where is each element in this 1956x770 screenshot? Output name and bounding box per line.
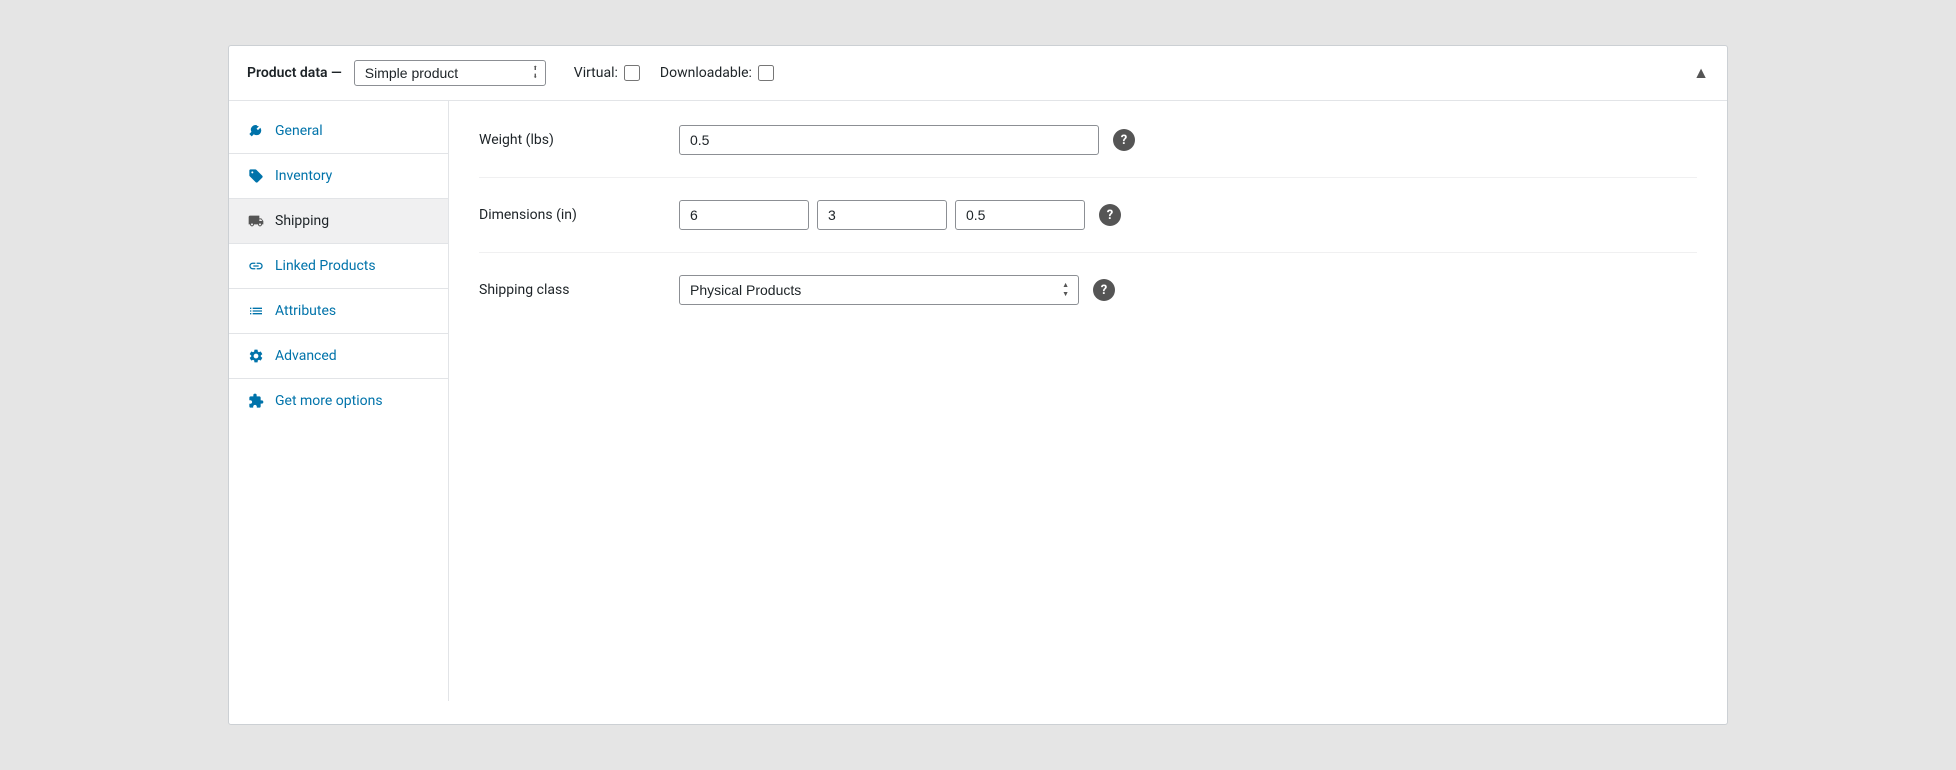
shipping-class-help-icon[interactable]: ? bbox=[1093, 279, 1115, 301]
weight-help-icon[interactable]: ? bbox=[1113, 129, 1135, 151]
sidebar-get-more-options-label: Get more options bbox=[275, 393, 383, 409]
shipping-class-field-row: Shipping class No shipping class Physica… bbox=[479, 275, 1697, 327]
sidebar-item-general[interactable]: General bbox=[229, 109, 448, 154]
dimensions-help-icon[interactable]: ? bbox=[1099, 204, 1121, 226]
main-content: Weight (lbs) ? Dimensions (in) ? Shippin bbox=[449, 101, 1727, 701]
product-type-select-wrapper[interactable]: Simple product Grouped product External/… bbox=[354, 60, 546, 86]
product-type-select[interactable]: Simple product Grouped product External/… bbox=[354, 60, 546, 86]
dimension-height-input[interactable] bbox=[955, 200, 1085, 230]
sidebar-advanced-label: Advanced bbox=[275, 348, 337, 364]
dimensions-label: Dimensions (in) bbox=[479, 207, 679, 223]
dimensions-inputs: ? bbox=[679, 200, 1697, 230]
downloadable-label[interactable]: Downloadable: bbox=[660, 65, 774, 81]
panel-header: Product data — Simple product Grouped pr… bbox=[229, 46, 1727, 101]
sidebar-item-advanced[interactable]: Advanced bbox=[229, 334, 448, 379]
product-data-panel: Product data — Simple product Grouped pr… bbox=[228, 45, 1728, 725]
shipping-class-label: Shipping class bbox=[479, 282, 679, 298]
dimension-length-input[interactable] bbox=[679, 200, 809, 230]
list-icon bbox=[247, 303, 265, 319]
sidebar-attributes-label: Attributes bbox=[275, 303, 336, 319]
sidebar-shipping-label: Shipping bbox=[275, 213, 329, 229]
downloadable-checkbox[interactable] bbox=[758, 65, 774, 81]
weight-label: Weight (lbs) bbox=[479, 132, 679, 148]
weight-field-row: Weight (lbs) ? bbox=[479, 125, 1697, 178]
sidebar-item-get-more-options[interactable]: Get more options bbox=[229, 379, 448, 423]
weight-input[interactable] bbox=[679, 125, 1099, 155]
sidebar-item-attributes[interactable]: Attributes bbox=[229, 289, 448, 334]
dimension-width-input[interactable] bbox=[817, 200, 947, 230]
sidebar-item-linked-products[interactable]: Linked Products bbox=[229, 244, 448, 289]
weight-inputs: ? bbox=[679, 125, 1697, 155]
header-checkboxes: Virtual: Downloadable: bbox=[574, 65, 774, 81]
plugin-icon bbox=[247, 393, 265, 409]
panel-body: General Inventory Shipping Linked Produc… bbox=[229, 101, 1727, 701]
link-icon bbox=[247, 258, 265, 274]
sidebar-inventory-label: Inventory bbox=[275, 168, 332, 184]
dimensions-field-row: Dimensions (in) ? bbox=[479, 200, 1697, 253]
shipping-class-select-wrapper[interactable]: No shipping class Physical Products bbox=[679, 275, 1079, 305]
sidebar-item-inventory[interactable]: Inventory bbox=[229, 154, 448, 199]
collapse-arrow-icon[interactable]: ▲ bbox=[1693, 63, 1709, 83]
wrench-icon bbox=[247, 123, 265, 139]
virtual-checkbox[interactable] bbox=[624, 65, 640, 81]
sidebar-linked-products-label: Linked Products bbox=[275, 258, 376, 274]
sidebar: General Inventory Shipping Linked Produc… bbox=[229, 101, 449, 701]
virtual-label[interactable]: Virtual: bbox=[574, 65, 640, 81]
shipping-class-select[interactable]: No shipping class Physical Products bbox=[679, 275, 1079, 305]
gear-icon bbox=[247, 348, 265, 364]
panel-title: Product data — bbox=[247, 65, 342, 81]
sidebar-item-shipping[interactable]: Shipping bbox=[229, 199, 448, 244]
tag-icon bbox=[247, 168, 265, 184]
sidebar-general-label: General bbox=[275, 123, 323, 139]
truck-icon bbox=[247, 213, 265, 229]
shipping-class-inputs: No shipping class Physical Products ? bbox=[679, 275, 1697, 305]
